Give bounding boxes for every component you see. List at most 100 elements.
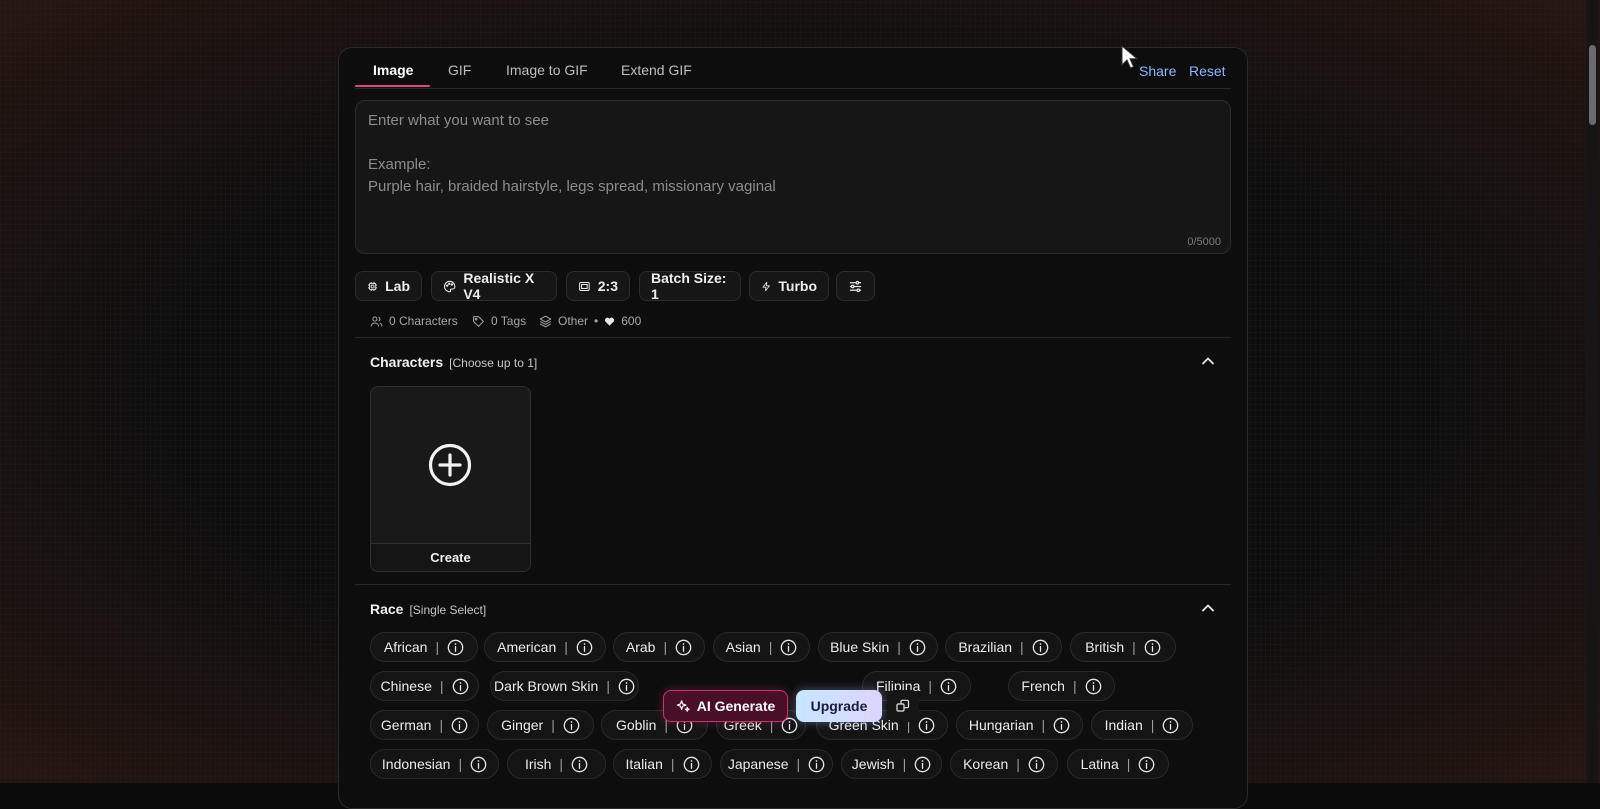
collapse-chevron-icon[interactable]: [1199, 599, 1217, 617]
tab-image-to-gif[interactable]: Image to GIF: [506, 62, 588, 78]
race-chip-latina[interactable]: Latina |: [1067, 749, 1169, 779]
chip-separator: |: [564, 639, 568, 655]
chip-separator: |: [1150, 717, 1155, 733]
prompt-placeholder-example-label: Example:: [368, 156, 431, 173]
info-icon[interactable]: [1138, 756, 1155, 773]
chip-separator: |: [1132, 639, 1136, 655]
race-chip-chinese[interactable]: Chinese |: [370, 671, 479, 701]
info-icon[interactable]: [563, 717, 580, 734]
create-label: Create: [371, 543, 530, 571]
info-icon[interactable]: [675, 639, 692, 656]
race-chip-korean[interactable]: Korean |: [950, 749, 1058, 779]
race-section-header: Race [Single Select]: [370, 601, 486, 617]
race-chip-label: Latina: [1080, 756, 1119, 772]
copy-button[interactable]: [887, 690, 919, 722]
chip-icon: [368, 281, 378, 291]
chip-separator: |: [458, 756, 463, 772]
race-chip-jewish[interactable]: Jewish |: [841, 749, 942, 779]
info-icon[interactable]: [470, 756, 487, 773]
batch-size-button[interactable]: Batch Size: 1: [639, 270, 741, 302]
race-chip-asian[interactable]: Asian |: [713, 632, 810, 662]
tab-extend-gif[interactable]: Extend GIF: [621, 62, 692, 78]
race-chip-brazilian[interactable]: Brazilian |: [945, 632, 1062, 662]
race-chip-blue-skin[interactable]: Blue Skin |: [818, 632, 938, 662]
race-chip-indian[interactable]: Indian |: [1091, 710, 1193, 740]
upgrade-button[interactable]: Upgrade: [796, 690, 882, 722]
page-scrollbar[interactable]: [1586, 0, 1598, 783]
info-icon[interactable]: [940, 678, 957, 695]
info-icon[interactable]: [571, 756, 588, 773]
create-character-card[interactable]: Create: [370, 386, 531, 572]
chip-separator: |: [897, 639, 901, 655]
info-icon[interactable]: [1162, 717, 1179, 734]
info-icon[interactable]: [918, 717, 935, 734]
race-chip-label: Brazilian: [958, 639, 1013, 655]
info-icon[interactable]: [683, 756, 700, 773]
race-chip-french[interactable]: French |: [1008, 671, 1115, 701]
share-link[interactable]: Share: [1139, 63, 1176, 79]
reset-link[interactable]: Reset: [1189, 63, 1226, 79]
info-icon[interactable]: [447, 639, 464, 656]
turbo-button[interactable]: Turbo: [749, 271, 829, 301]
race-chip-label: Goblin: [615, 717, 657, 733]
tags-count-text: 0 Tags: [491, 314, 527, 328]
race-chip-dark-brown-skin[interactable]: Dark Brown Skin |: [490, 671, 639, 701]
collapse-chevron-icon[interactable]: [1199, 352, 1217, 370]
info-icon[interactable]: [1144, 639, 1161, 656]
scrollbar-thumb[interactable]: [1589, 45, 1596, 125]
info-icon[interactable]: [451, 717, 468, 734]
aspect-ratio-button[interactable]: 2:3: [566, 271, 630, 301]
race-chip-label: Dark Brown Skin: [494, 678, 599, 694]
section-divider: [355, 337, 1231, 338]
lab-button[interactable]: Lab: [355, 271, 422, 301]
info-icon[interactable]: [576, 639, 593, 656]
race-chip-label: Korean: [963, 756, 1009, 772]
palette-icon: [444, 280, 456, 292]
race-chip-irish[interactable]: Irish |: [507, 749, 606, 779]
prompt-textarea[interactable]: Enter what you want to see Example: Purp…: [355, 100, 1231, 254]
race-chip-japanese[interactable]: Japanese |: [720, 749, 833, 779]
characters-title: Characters: [370, 354, 444, 370]
users-icon: [370, 316, 383, 326]
chip-separator: |: [606, 678, 610, 694]
chip-separator: |: [928, 678, 932, 694]
model-selector[interactable]: Realistic X V4: [431, 270, 557, 302]
race-chip-arab[interactable]: Arab |: [613, 632, 705, 662]
lightning-icon: [762, 281, 770, 291]
race-chip-african[interactable]: African |: [370, 632, 478, 662]
characters-count: 0 Characters: [370, 314, 458, 328]
tab-gif[interactable]: GIF: [448, 62, 471, 78]
race-chip-indonesian[interactable]: Indonesian |: [370, 749, 499, 779]
ai-generate-label: AI Generate: [696, 698, 776, 714]
aspect-ratio-icon: [579, 281, 590, 291]
info-icon[interactable]: [1028, 756, 1045, 773]
advanced-settings-button[interactable]: [836, 271, 875, 301]
race-chip-label: Asian: [725, 639, 761, 655]
info-icon[interactable]: [1032, 639, 1049, 656]
character-counter: 0/5000: [1187, 236, 1221, 248]
category-text: Other: [558, 314, 589, 328]
race-chip-label: British: [1085, 639, 1125, 655]
info-icon[interactable]: [909, 639, 926, 656]
chip-separator: |: [796, 756, 801, 772]
info-icon[interactable]: [1085, 678, 1102, 695]
race-chip-ginger[interactable]: Ginger |: [487, 710, 594, 740]
race-chip-british[interactable]: British |: [1070, 632, 1176, 662]
race-chip-label: Hungarian: [968, 717, 1034, 733]
info-icon[interactable]: [618, 678, 635, 695]
category-info: Other • 600: [539, 314, 641, 328]
sparkles-icon: [676, 699, 690, 712]
info-icon[interactable]: [914, 756, 931, 773]
race-chip-german[interactable]: German |: [370, 710, 479, 740]
race-chip-american[interactable]: American |: [484, 632, 606, 662]
info-icon[interactable]: [452, 678, 469, 695]
info-icon[interactable]: [1053, 717, 1070, 734]
info-icon[interactable]: [808, 756, 825, 773]
race-chip-label: Indonesian: [381, 756, 451, 772]
race-chip-italian[interactable]: Italian |: [613, 749, 712, 779]
info-icon[interactable]: [780, 639, 797, 656]
ai-generate-button[interactable]: AI Generate: [663, 690, 788, 722]
race-chip-hungarian[interactable]: Hungarian |: [956, 710, 1083, 740]
chip-separator: |: [435, 639, 440, 655]
tab-image[interactable]: Image: [373, 62, 413, 78]
